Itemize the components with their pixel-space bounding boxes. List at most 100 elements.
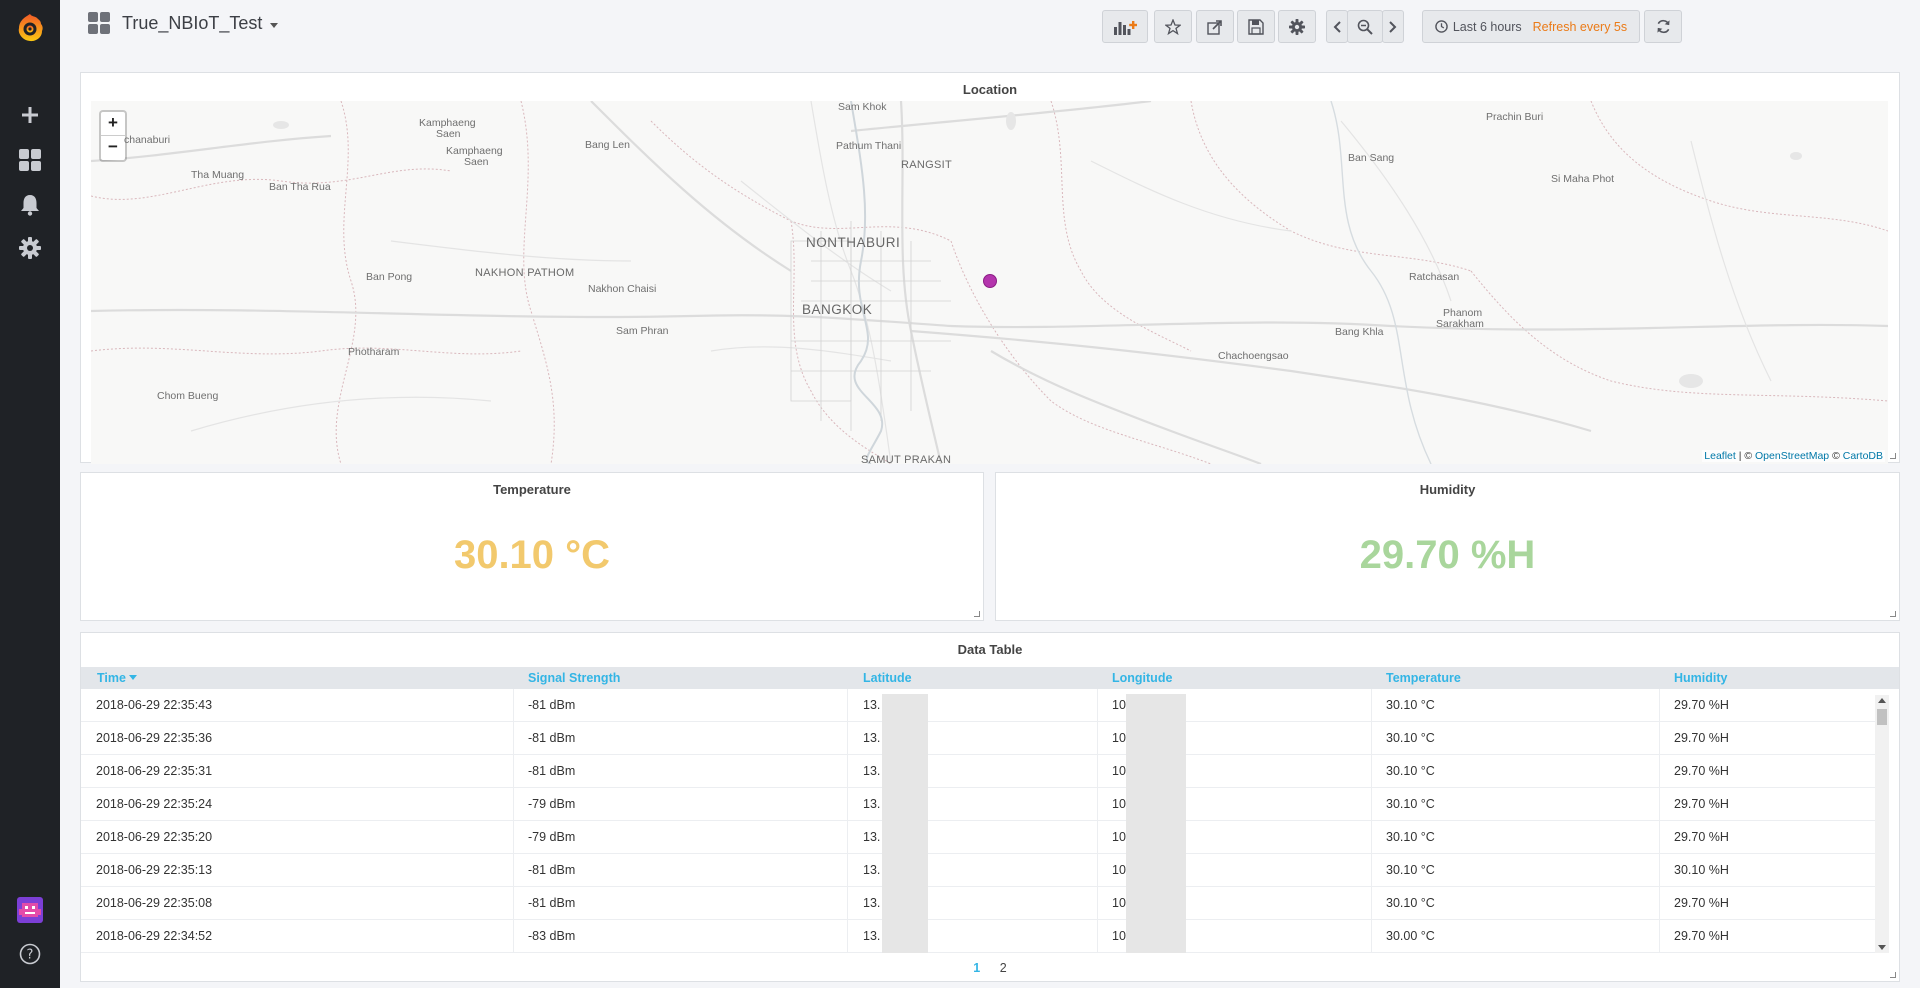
grid-icon [88, 12, 110, 34]
column-header-time[interactable]: Time [97, 671, 137, 685]
help-icon[interactable]: ? [0, 934, 60, 974]
sidebar: ? [0, 0, 60, 988]
column-header-latitude[interactable]: Latitude [863, 671, 912, 685]
grafana-logo-icon[interactable] [0, 6, 60, 48]
settings-button[interactable] [1278, 10, 1316, 43]
cell-time: 2018-06-29 22:35:43 [96, 698, 213, 712]
panel-resize-handle[interactable] [1890, 611, 1896, 617]
page-link-1[interactable]: 1 [973, 961, 980, 975]
dashboard-title[interactable]: True_NBIoT_Test [122, 13, 262, 34]
map-label: SAMUT PRAKAN [861, 454, 952, 464]
temperature-panel: Temperature 30.10 °C [80, 472, 984, 621]
add-panel-button[interactable] [1102, 10, 1148, 43]
chevron-down-icon [270, 22, 279, 28]
save-button[interactable] [1237, 10, 1275, 43]
map-label: Si Maha Phot [1551, 173, 1615, 185]
dashboard-header: True_NBIoT_Test Last 6 hours Refresh eve… [60, 0, 1920, 56]
save-icon [1248, 18, 1264, 35]
table-row[interactable]: 2018-06-29 22:34:52 -83 dBm 13. 10 30.00… [81, 920, 1889, 953]
table-scrollbar[interactable] [1875, 695, 1889, 953]
cell-longitude: 10 [1112, 896, 1126, 910]
panel-resize-handle[interactable] [974, 611, 980, 617]
plus-icon[interactable] [0, 95, 60, 135]
table-body: 2018-06-29 22:35:43 -81 dBm 13. 10 30.10… [81, 689, 1889, 953]
column-header-signal-strength[interactable]: Signal Strength [528, 671, 620, 685]
table-row[interactable]: 2018-06-29 22:35:31 -81 dBm 13. 10 30.10… [81, 755, 1889, 788]
cell-temperature: 30.10 °C [1386, 797, 1435, 811]
gear-icon[interactable] [0, 228, 60, 268]
svg-text:?: ? [27, 948, 34, 963]
cell-latitude: 13. [863, 863, 881, 877]
cell-humidity: 29.70 %H [1674, 929, 1729, 943]
table-row[interactable]: 2018-06-29 22:35:20 -79 dBm 13. 10 30.10… [81, 821, 1889, 854]
map-label: NONTHABURI [806, 235, 901, 250]
map-label: Chachoengsao [1218, 350, 1289, 362]
table-row[interactable]: 2018-06-29 22:35:36 -81 dBm 13. 10 30.10… [81, 722, 1889, 755]
cell-humidity: 29.70 %H [1674, 896, 1729, 910]
table-row[interactable]: 2018-06-29 22:35:24 -79 dBm 13. 10 30.10… [81, 788, 1889, 821]
refresh-icon [1656, 19, 1670, 34]
scroll-thumb[interactable] [1877, 709, 1887, 725]
map-label: Prachin Buri [1486, 111, 1544, 123]
zoom-in-button[interactable]: + [101, 112, 125, 136]
avatar-icon[interactable] [0, 890, 60, 930]
cell-time: 2018-06-29 22:35:24 [96, 797, 213, 811]
map-label: RANGSIT [901, 159, 952, 171]
cell-latitude: 13. [863, 797, 881, 811]
cartodb-link[interactable]: CartoDB [1843, 450, 1883, 462]
chevron-right-icon [1389, 20, 1397, 33]
column-header-longitude[interactable]: Longitude [1112, 671, 1172, 685]
cell-temperature: 30.10 °C [1386, 896, 1435, 910]
cell-time: 2018-06-29 22:35:20 [96, 830, 213, 844]
star-button[interactable] [1154, 10, 1192, 43]
openstreetmap-link[interactable]: OpenStreetMap [1755, 450, 1829, 462]
map-label: Sarakham [1436, 318, 1484, 330]
cell-signal-strength: -79 dBm [528, 830, 576, 844]
zoom-out-button[interactable] [1347, 10, 1383, 43]
cell-latitude: 13. [863, 830, 881, 844]
panel-resize-handle[interactable] [1890, 972, 1896, 978]
table-row[interactable]: 2018-06-29 22:35:13 -81 dBm 13. 10 30.10… [81, 854, 1889, 887]
zoom-out-button[interactable]: − [101, 136, 125, 160]
cell-time: 2018-06-29 22:35:13 [96, 863, 213, 877]
map-label: Ratchasan [1409, 271, 1460, 283]
map-label: Sam Phran [616, 325, 669, 337]
map-label: chanaburi [124, 134, 171, 146]
cell-humidity: 29.70 %H [1674, 764, 1729, 778]
table-header: Time Signal Strength Latitude Longitude … [81, 667, 1899, 689]
panel-title: Humidity [1419, 482, 1476, 497]
table-row[interactable]: 2018-06-29 22:35:43 -81 dBm 13. 10 30.10… [81, 689, 1889, 722]
cell-temperature: 30.00 °C [1386, 929, 1435, 943]
time-range-picker[interactable]: Last 6 hours Refresh every 5s [1422, 10, 1640, 43]
time-forward-button[interactable] [1382, 10, 1404, 43]
page-link-2[interactable]: 2 [1000, 961, 1007, 975]
cell-humidity: 29.70 %H [1674, 731, 1729, 745]
scroll-up-icon[interactable] [1878, 698, 1886, 703]
cell-longitude: 10 [1112, 830, 1126, 844]
map-label: Saen [464, 156, 489, 168]
column-header-humidity[interactable]: Humidity [1674, 671, 1727, 685]
map-attribution: Leaflet | © OpenStreetMap © CartoDB [1702, 450, 1885, 462]
temperature-value: 30.10 °C [453, 533, 611, 577]
leaflet-link[interactable]: Leaflet [1704, 450, 1736, 462]
time-back-button[interactable] [1326, 10, 1348, 43]
time-range-label: Last 6 hours [1452, 19, 1522, 34]
redacted-region [1126, 694, 1186, 953]
scroll-down-icon[interactable] [1878, 945, 1886, 950]
map-label: Photharam [348, 346, 400, 358]
table-row[interactable]: 2018-06-29 22:35:08 -81 dBm 13. 10 30.10… [81, 887, 1889, 920]
chevron-left-icon [1333, 20, 1341, 33]
refresh-button[interactable] [1644, 10, 1682, 43]
bell-icon[interactable] [0, 185, 60, 225]
cell-temperature: 30.10 °C [1386, 698, 1435, 712]
panel-resize-handle[interactable] [1890, 453, 1896, 459]
map-label: Bang Len [585, 139, 630, 151]
cell-temperature: 30.10 °C [1386, 764, 1435, 778]
location-marker[interactable] [983, 274, 997, 288]
grid-icon[interactable] [0, 140, 60, 180]
column-header-temperature[interactable]: Temperature [1386, 671, 1461, 685]
cell-longitude: 10 [1112, 797, 1126, 811]
dashboard-picker[interactable]: True_NBIoT_Test [88, 12, 279, 34]
share-button[interactable] [1196, 10, 1234, 43]
map[interactable]: + − Sam Khok Kamphaeng Saen Kamphaeng Sa… [91, 101, 1888, 464]
